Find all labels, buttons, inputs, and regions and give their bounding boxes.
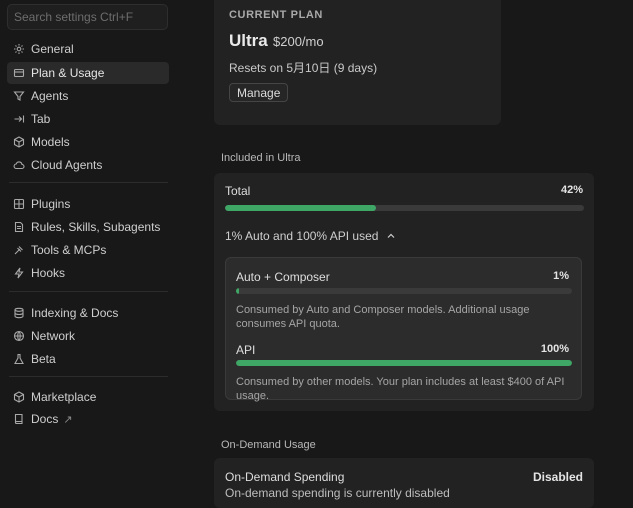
- auto-composer-fill: [236, 288, 240, 294]
- ondemand-desc: On-demand spending is currently disabled: [225, 486, 450, 500]
- agent-icon: [13, 90, 25, 102]
- current-plan-card: CURRENT PLAN Ultra $200/mo Resets on 5月1…: [214, 0, 501, 125]
- total-usage-label: Total: [225, 184, 251, 198]
- sidebar-item-label: Hooks: [31, 266, 66, 280]
- api-label: API: [236, 343, 256, 357]
- plan-name: Ultra: [229, 31, 268, 50]
- api-value: 100%: [540, 343, 569, 355]
- auto-composer-label: Auto + Composer: [236, 270, 330, 284]
- ondemand-label: On-Demand Spending: [225, 470, 345, 484]
- cloud-icon: [13, 159, 25, 171]
- sidebar-item-tab[interactable]: Tab: [7, 108, 169, 130]
- sidebar-item-label: Tab: [31, 112, 51, 126]
- usage-breakdown-panel: Auto + Composer 1% Consumed by Auto and …: [225, 257, 582, 402]
- database-icon: [13, 307, 25, 319]
- sidebar-item-label: Network: [31, 329, 76, 343]
- sidebar-item-indexing-docs[interactable]: Indexing & Docs: [7, 302, 169, 324]
- plan-price: $200/mo: [273, 34, 324, 49]
- manage-button[interactable]: Manage: [229, 83, 289, 102]
- usage-breakdown-label: 1% Auto and 100% API used: [225, 229, 379, 243]
- auto-composer-value: 1%: [553, 270, 569, 282]
- auto-composer-bar: [236, 288, 572, 294]
- settings-main: CURRENT PLAN Ultra $200/mo Resets on 5月1…: [178, 0, 633, 508]
- plan-reset-date: Resets on 5月10日 (9 days): [229, 61, 378, 75]
- sidebar-divider: [9, 291, 168, 292]
- sidebar-item-label: Models: [31, 135, 70, 149]
- sidebar-divider: [9, 182, 168, 183]
- sidebar-item-label: Marketplace: [31, 390, 97, 404]
- sidebar-item-label: General: [31, 42, 74, 56]
- book-icon: [13, 413, 25, 425]
- sidebar-item-beta[interactable]: Beta: [7, 348, 169, 370]
- bolt-icon: [13, 267, 25, 279]
- sidebar-item-rules[interactable]: Rules, Skills, Subagents: [7, 216, 169, 238]
- ondemand-section-title: On-Demand Usage: [221, 439, 316, 451]
- total-usage-value: 42%: [560, 184, 583, 196]
- tab-arrow-icon: [13, 113, 25, 125]
- api-desc: Consumed by other models. Your plan incl…: [236, 376, 565, 402]
- sidebar-item-general[interactable]: General: [7, 38, 169, 60]
- total-usage-bar: [225, 205, 584, 211]
- auto-composer-desc: Consumed by Auto and Composer models. Ad…: [236, 304, 530, 330]
- search-input[interactable]: [7, 4, 168, 30]
- sidebar-item-marketplace[interactable]: Marketplace: [7, 386, 169, 408]
- total-usage-fill: [225, 205, 376, 211]
- chevron-up-icon: [386, 231, 396, 241]
- sidebar-item-label: Rules, Skills, Subagents: [31, 220, 161, 234]
- api-bar: [236, 360, 572, 366]
- globe-icon: [13, 330, 25, 342]
- sidebar-item-label: Plugins: [31, 197, 71, 211]
- package-icon: [13, 391, 25, 403]
- gear-icon: [13, 43, 25, 55]
- sidebar-item-tools-mcps[interactable]: Tools & MCPs: [7, 239, 169, 261]
- cube-icon: [13, 136, 25, 148]
- sidebar-item-label: Indexing & Docs: [31, 306, 119, 320]
- sidebar-item-models[interactable]: Models: [7, 131, 169, 153]
- sidebar-item-agents[interactable]: Agents: [7, 85, 169, 107]
- sidebar-item-label: Tools & MCPs: [31, 243, 107, 257]
- tools-icon: [13, 244, 25, 256]
- api-fill: [236, 360, 572, 366]
- settings-sidebar: General Plan & Usage Agents Tab Models C…: [0, 0, 178, 500]
- sidebar-divider: [9, 376, 168, 377]
- document-icon: [13, 221, 25, 233]
- sidebar-item-label: Beta: [31, 352, 56, 366]
- external-link-icon: ↗: [63, 413, 73, 426]
- sidebar-item-label: Plan & Usage: [31, 66, 105, 80]
- puzzle-icon: [13, 198, 25, 210]
- included-section-title: Included in Ultra: [221, 152, 301, 164]
- flask-icon: [13, 353, 25, 365]
- sidebar-item-label: Cloud Agents: [31, 158, 103, 172]
- sidebar-item-plan-usage[interactable]: Plan & Usage: [7, 62, 169, 84]
- plan-section-label: CURRENT PLAN: [229, 9, 323, 21]
- sidebar-item-cloud-agents[interactable]: Cloud Agents: [7, 154, 169, 176]
- sidebar-item-hooks[interactable]: Hooks: [7, 262, 169, 284]
- layers-icon: [13, 67, 25, 79]
- sidebar-item-network[interactable]: Network: [7, 325, 169, 347]
- sidebar-item-docs[interactable]: Docs ↗: [7, 408, 169, 430]
- ondemand-card: On-Demand Spending Disabled On-demand sp…: [214, 458, 594, 508]
- sidebar-item-plugins[interactable]: Plugins: [7, 193, 169, 215]
- usage-card: Total 42% 1% Auto and 100% API used Auto…: [214, 173, 594, 411]
- usage-breakdown-toggle[interactable]: 1% Auto and 100% API used: [225, 229, 396, 243]
- sidebar-item-label: Docs: [31, 412, 59, 426]
- ondemand-status: Disabled: [532, 470, 583, 484]
- sidebar-item-label: Agents: [31, 89, 69, 103]
